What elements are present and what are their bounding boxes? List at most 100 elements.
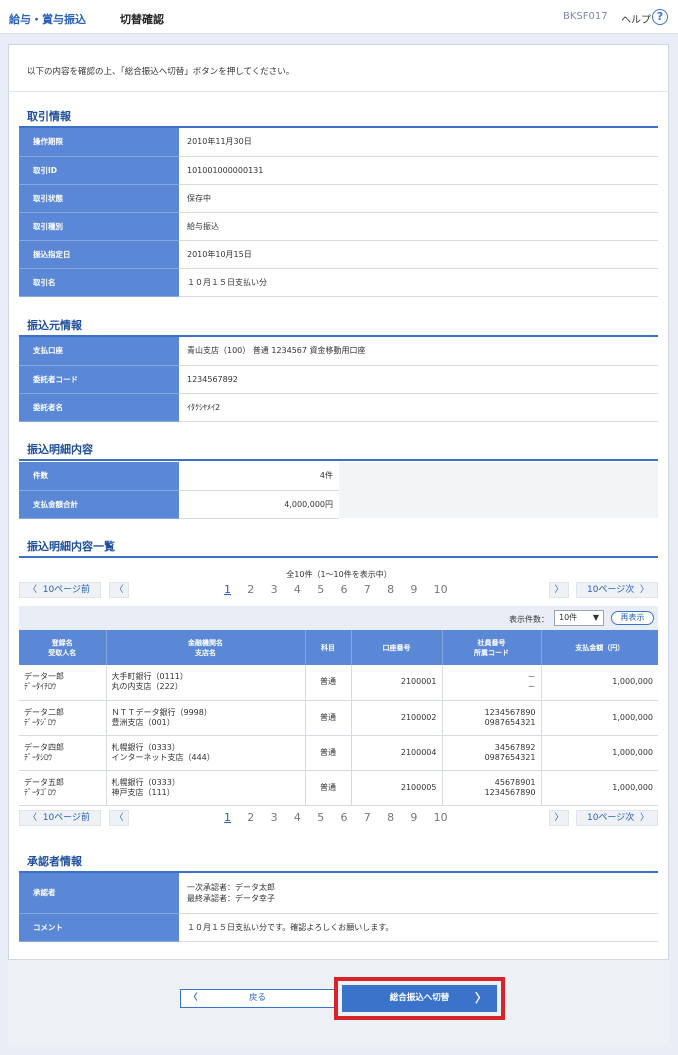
row-value: 青山支店（100） 普通 1234567 資金移動用口座: [179, 337, 658, 366]
display-count-select[interactable]: 10件 ▼: [554, 610, 604, 626]
comment-row: コメント １０月１５日支払い分です。確認よろしくお願いします。: [19, 913, 658, 942]
account-number-cell: 2100005: [351, 770, 443, 806]
source-section-title: 振込元情報: [27, 319, 82, 332]
approver-row: 承認者 一次承認者：データ太郎 最終承認者：データ幸子: [19, 873, 658, 914]
bank-cell: 札幌銀行（0333） 神戸支店（111）: [106, 770, 306, 806]
page-link[interactable]: 7: [364, 583, 387, 596]
help-icon[interactable]: ?: [652, 9, 668, 25]
amount-cell: 1,000,000: [541, 665, 658, 701]
detail-table: 登録名 受取人名 金融機関名 支店名 科目 口座番号 社員番号 所属コード 支払金額（…: [19, 630, 658, 806]
transaction-section-title: 取引情報: [27, 110, 71, 123]
source-row: 支払口座 青山支店（100） 普通 1234567 資金移動用口座: [19, 337, 658, 366]
employee-cell: 1234567890 0987654321: [442, 700, 542, 736]
page-link[interactable]: 5: [317, 583, 340, 596]
row-value: 給与振込: [179, 212, 658, 241]
next-page-button[interactable]: 〉: [549, 810, 569, 826]
page-link[interactable]: 3: [271, 583, 294, 596]
account-number-cell: 2100001: [351, 665, 443, 701]
display-count-bar: 表示件数： 10件 ▼ 再表示: [19, 606, 658, 630]
page-link[interactable]: 1: [224, 811, 247, 824]
prev-10-pages-button[interactable]: 〈 10ページ前: [19, 582, 101, 598]
page-count-text: 全10件（1～10件を表示中）: [286, 570, 392, 579]
intro-text: 以下の内容を確認の上、「総合振込へ切替」ボタンを押してください。: [27, 67, 295, 77]
switch-to-general-transfer-button[interactable]: 総合振込へ切替 〉: [342, 985, 497, 1012]
account-type-cell: 普通: [305, 700, 352, 736]
bank-cell: 大手町銀行（0111） 丸の内支店（222）: [106, 665, 306, 701]
display-count-label: 表示件数：: [509, 615, 549, 624]
page-link[interactable]: 8: [387, 811, 410, 824]
top-bar: 給与・賞与振込 切替確認 BKSF017 ヘルプ ?: [0, 0, 678, 34]
table-row: データ五郎 ﾃﾞｰﾀｺﾞﾛｳ 札幌銀行（0333） 神戸支店（111） 普通 210…: [19, 770, 658, 806]
page-link[interactable]: 7: [364, 811, 387, 824]
chevron-left-icon: 〈: [189, 993, 198, 1003]
chevron-right-icon: 〉: [474, 991, 487, 1005]
approver-section-title: 承認者情報: [27, 855, 82, 868]
page-link[interactable]: 8: [387, 583, 410, 596]
recipient-cell: データ五郎 ﾃﾞｰﾀｺﾞﾛｳ: [19, 770, 107, 806]
row-value: 2010年10月15日: [179, 240, 658, 269]
row-label: 振込指定日: [19, 240, 179, 269]
source-row: 委託者コード 1234567892: [19, 365, 658, 394]
pager-bottom: 〈 10ページ前 〈 1 2 3 4 5 6 7 8 9 10 〉 10ページ次 〉: [19, 810, 658, 826]
transaction-row: 取引名 １０月１５日支払い分: [19, 268, 658, 297]
row-value: 101001000000131: [179, 156, 658, 185]
row-label: 支払口座: [19, 337, 179, 366]
transaction-row: 操作期限 2010年11月30日: [19, 128, 658, 157]
page-link[interactable]: 4: [294, 811, 317, 824]
amount-cell: 1,000,000: [541, 700, 658, 736]
summary-table: 件数 4件 支払金額合計 4,000,000円: [19, 462, 339, 519]
redisplay-button[interactable]: 再表示: [611, 611, 654, 625]
column-header: 金融機関名 支店名: [106, 630, 306, 665]
prev-page-button[interactable]: 〈: [109, 582, 129, 598]
row-label: 取引種別: [19, 212, 179, 241]
row-label: コメント: [19, 913, 179, 942]
row-value: ｲﾀｸｼﾔﾒｲ2: [179, 393, 658, 422]
detail-section-title: 振込明細内容一覧: [27, 540, 115, 553]
page-link[interactable]: 9: [410, 583, 433, 596]
breadcrumb[interactable]: 給与・賞与振込: [9, 11, 86, 27]
page-link[interactable]: 3: [271, 811, 294, 824]
page-link[interactable]: 6: [340, 583, 363, 596]
row-value: 2010年11月30日: [179, 128, 658, 157]
table-row: データ一郎 ﾃﾞｰﾀｲﾁﾛｳ 大手町銀行（0111） 丸の内支店（222） 普通 2…: [19, 665, 658, 701]
transaction-row: 取引種別 給与振込: [19, 212, 658, 241]
prev-page-button[interactable]: 〈: [109, 810, 129, 826]
page-link[interactable]: 2: [247, 583, 270, 596]
source-table: 支払口座 青山支店（100） 普通 1234567 資金移動用口座 委託者コード 1…: [19, 337, 658, 422]
prev-10-pages-button[interactable]: 〈 10ページ前: [19, 810, 101, 826]
page-link[interactable]: 10: [434, 811, 457, 824]
divider: [8, 91, 669, 92]
back-button[interactable]: 〈 戻る: [180, 989, 335, 1008]
page-link[interactable]: 2: [247, 811, 270, 824]
column-header: 口座番号: [351, 630, 443, 665]
help-link[interactable]: ヘルプ: [621, 11, 651, 26]
page-link[interactable]: 6: [340, 811, 363, 824]
amount-cell: 1,000,000: [541, 735, 658, 771]
page-link[interactable]: 1: [224, 583, 247, 596]
next-10-pages-button[interactable]: 10ページ次 〉: [576, 810, 658, 826]
transaction-row: 振込指定日 2010年10月15日: [19, 240, 658, 269]
comment-value: １０月１５日支払い分です。確認よろしくお願いします。: [179, 913, 658, 942]
page-link[interactable]: 10: [434, 583, 457, 596]
page-link[interactable]: 5: [317, 811, 340, 824]
section-rule: [19, 459, 658, 461]
summary-row: 支払金額合計 4,000,000円: [19, 490, 339, 519]
recipient-cell: データ二郎 ﾃﾞｰﾀｼﾞﾛｳ: [19, 700, 107, 736]
amount-cell: 1,000,000: [541, 770, 658, 806]
row-label: 取引状態: [19, 184, 179, 213]
bank-cell: ＮＴＴデータ銀行（9998） 豊洲支店（001）: [106, 700, 306, 736]
approver-value: 一次承認者：データ太郎 最終承認者：データ幸子: [179, 873, 658, 914]
row-label: 委託者名: [19, 393, 179, 422]
next-10-pages-button[interactable]: 10ページ次 〉: [576, 582, 658, 598]
table-row: データ二郎 ﾃﾞｰﾀｼﾞﾛｳ ＮＴＴデータ銀行（9998） 豊洲支店（001） 普通…: [19, 700, 658, 736]
page-link[interactable]: 9: [410, 811, 433, 824]
employee-cell: 45678901 1234567890: [442, 770, 542, 806]
account-number-cell: 2100004: [351, 735, 443, 771]
next-page-button[interactable]: 〉: [549, 582, 569, 598]
recipient-cell: データ四郎 ﾃﾞｰﾀｼﾛｳ: [19, 735, 107, 771]
row-label: 取引ID: [19, 156, 179, 185]
table-header-row: 登録名 受取人名 金融機関名 支店名 科目 口座番号 社員番号 所属コード 支払金額（…: [19, 630, 658, 665]
page-link[interactable]: 4: [294, 583, 317, 596]
bank-cell: 札幌銀行（0333） インターネット支店（444）: [106, 735, 306, 771]
section-rule: [19, 556, 658, 558]
